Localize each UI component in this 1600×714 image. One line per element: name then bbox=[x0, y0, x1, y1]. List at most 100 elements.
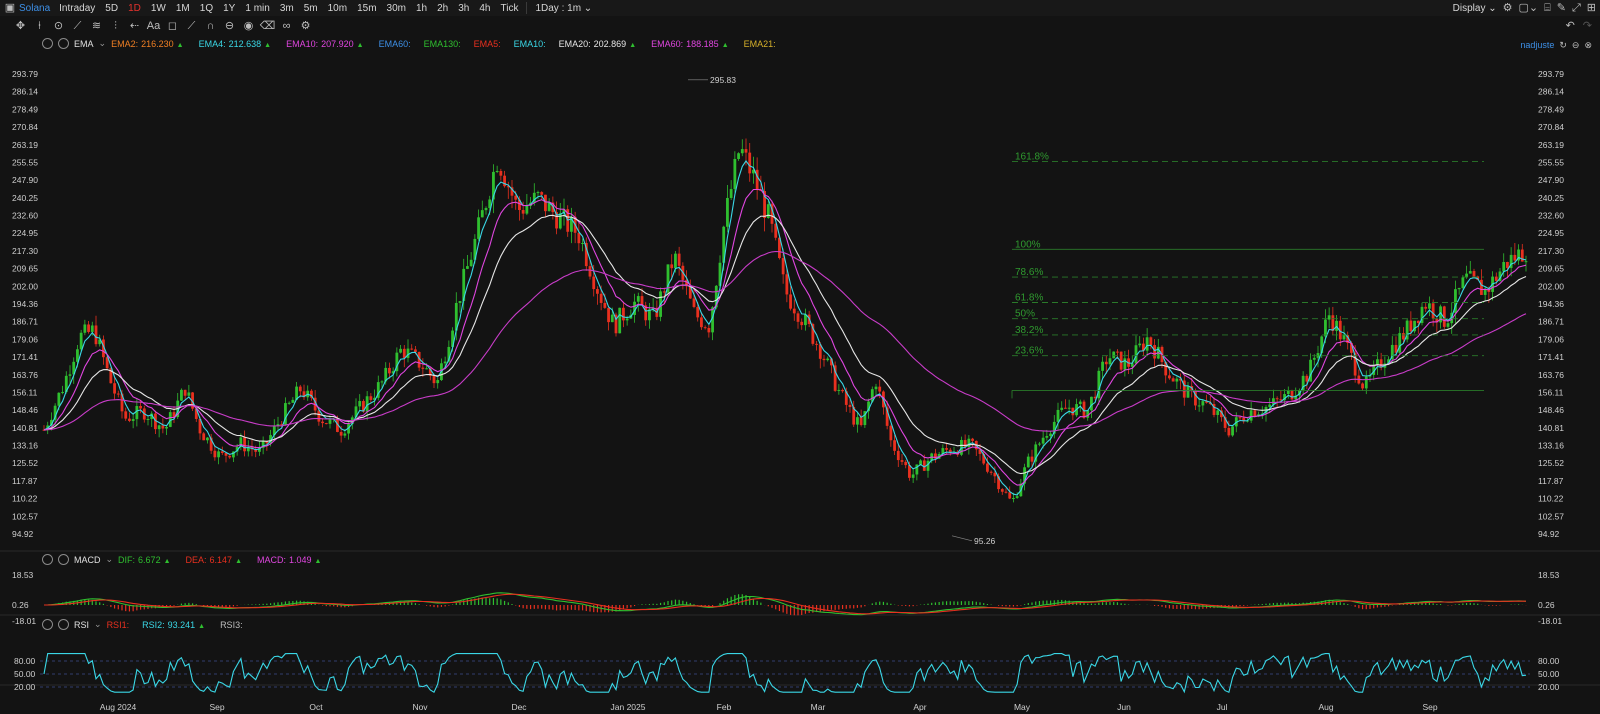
candle-body bbox=[265, 441, 269, 444]
rsi-legend-item[interactable]: RSI2: 93.241 ▲ bbox=[142, 620, 210, 630]
refresh-icon[interactable]: ↻ bbox=[1559, 38, 1567, 52]
candle-body bbox=[128, 418, 131, 421]
chevron-down-icon[interactable]: ⌄ bbox=[99, 38, 107, 49]
candle-body bbox=[243, 437, 246, 452]
candle-body bbox=[1405, 320, 1409, 340]
interval-10m[interactable]: 10m bbox=[323, 3, 352, 14]
candle-body bbox=[1075, 404, 1078, 416]
pin-icon[interactable]: ⍿ bbox=[31, 19, 48, 33]
sidebar-toggle-icon[interactable]: ▣ bbox=[3, 1, 17, 15]
macd-indicator-name[interactable]: MACD bbox=[74, 555, 101, 565]
candle-body bbox=[1357, 375, 1361, 384]
macd-legend-item[interactable]: DEA: 6.147 ▲ bbox=[186, 555, 247, 565]
interval-30m[interactable]: 30m bbox=[382, 3, 411, 14]
candle-body bbox=[848, 404, 852, 407]
adjust-label[interactable]: nadjuste bbox=[1520, 40, 1554, 50]
chevron-down-icon[interactable]: ⌄ bbox=[94, 619, 102, 630]
move-icon[interactable]: ✥ bbox=[12, 19, 29, 33]
channel-icon[interactable]: ≋ bbox=[88, 19, 105, 33]
fullscreen-icon[interactable]: ⤢ bbox=[1572, 1, 1581, 15]
indicator-name[interactable]: EMA bbox=[74, 39, 94, 49]
pencil-icon[interactable]: ⟋ bbox=[183, 19, 200, 33]
chevron-down-icon[interactable]: ⌄ bbox=[106, 554, 114, 565]
magnet-icon[interactable]: ∩ bbox=[202, 19, 219, 33]
undo-icon[interactable]: ↶ bbox=[1566, 19, 1575, 33]
crosshair-icon[interactable]: ⊙ bbox=[50, 19, 67, 33]
trash-icon[interactable]: ⌫ bbox=[259, 19, 276, 33]
comment-icon[interactable]: ◻ bbox=[164, 19, 181, 33]
x-tick-label: Jun bbox=[1117, 702, 1131, 712]
macd-settings-icon[interactable] bbox=[42, 554, 53, 565]
legend-item[interactable]: EMA60: 188.185 ▲ bbox=[651, 39, 734, 49]
range-select[interactable]: 1Day : 1m ⌄ bbox=[530, 3, 597, 14]
interval-2h[interactable]: 2h bbox=[432, 3, 453, 14]
display-menu[interactable]: Display ⌄ bbox=[1453, 3, 1497, 14]
layout-icon[interactable]: ▢⌄ bbox=[1519, 1, 1539, 15]
rsi-legend-item[interactable]: RSI1: bbox=[107, 620, 133, 630]
close-icon[interactable]: ⊗ bbox=[1584, 38, 1592, 52]
candle-body bbox=[874, 386, 878, 390]
macd-legend-item[interactable]: DIF: 6.672 ▲ bbox=[118, 555, 175, 565]
interval-tick[interactable]: Tick bbox=[495, 3, 523, 14]
legend-item[interactable]: EMA10: 207.920 ▲ bbox=[286, 39, 369, 49]
candle-body bbox=[343, 433, 347, 436]
macd-visibility-icon[interactable] bbox=[58, 554, 69, 565]
macd-legend-item[interactable]: MACD: 1.049 ▲ bbox=[257, 555, 326, 565]
legend-visibility-icon[interactable] bbox=[58, 38, 69, 49]
interval-4h[interactable]: 4h bbox=[474, 3, 495, 14]
candle-body bbox=[451, 330, 454, 347]
camera-icon[interactable]: ⌸ bbox=[1544, 1, 1551, 15]
rsi-legend-label: RSI3: bbox=[220, 619, 243, 630]
interval-1m[interactable]: 1M bbox=[171, 3, 195, 14]
interval-1q[interactable]: 1Q bbox=[195, 3, 218, 14]
legend-settings-icon[interactable] bbox=[42, 38, 53, 49]
text-icon[interactable]: Aa bbox=[145, 19, 162, 33]
arrow-icon[interactable]: ⇠ bbox=[126, 19, 143, 33]
interval-5m[interactable]: 5m bbox=[299, 3, 323, 14]
interval-3m[interactable]: 3m bbox=[275, 3, 299, 14]
rsi-settings-icon[interactable] bbox=[42, 619, 53, 630]
candle-body bbox=[1000, 489, 1004, 492]
legend-item[interactable]: EMA2: 216.230 ▲ bbox=[111, 39, 189, 49]
draw-icon[interactable]: ✎ bbox=[1557, 1, 1566, 15]
fib-level-label: 38.2% bbox=[1015, 325, 1043, 336]
interval-3h[interactable]: 3h bbox=[453, 3, 474, 14]
interval-15m[interactable]: 15m bbox=[352, 3, 381, 14]
link-icon[interactable]: ∞ bbox=[278, 19, 295, 33]
legend-item[interactable]: EMA4: 212.638 ▲ bbox=[199, 39, 277, 49]
symbol-name[interactable]: Solana bbox=[17, 3, 54, 14]
legend-item[interactable]: EMA10: bbox=[514, 39, 549, 49]
trend-line-icon[interactable]: ⟋ bbox=[69, 19, 86, 33]
interval-1y[interactable]: 1Y bbox=[218, 3, 240, 14]
interval-1-min[interactable]: 1 min bbox=[240, 3, 274, 14]
settings-icon[interactable]: ⚙ bbox=[1503, 1, 1513, 15]
candle-body bbox=[1439, 306, 1442, 323]
rsi-legend-item[interactable]: RSI3: bbox=[220, 620, 246, 630]
interval-1d[interactable]: 1D bbox=[123, 3, 146, 14]
interval-5d[interactable]: 5D bbox=[100, 3, 123, 14]
candle-body bbox=[830, 358, 833, 366]
rsi-visibility-icon[interactable] bbox=[58, 619, 69, 630]
macd-legend: MACD ⌄ DIF: 6.672 ▲ DEA: 6.147 ▲ MACD: 1.049 ▲ bbox=[42, 554, 336, 565]
interval-1h[interactable]: 1h bbox=[411, 3, 432, 14]
multi-window-icon[interactable]: ⊞ bbox=[1587, 1, 1596, 15]
lock-icon[interactable]: ⊖ bbox=[221, 19, 238, 33]
legend-item[interactable]: EMA21: bbox=[744, 39, 779, 49]
legend-item[interactable]: EMA5: bbox=[474, 39, 504, 49]
x-tick-label: May bbox=[1014, 702, 1031, 712]
chart-canvas[interactable]: 293.79 293.79 286.14 286.14 278.49 278.49 270.… bbox=[0, 0, 1600, 714]
legend-item[interactable]: EMA20: 202.869 ▲ bbox=[559, 39, 642, 49]
tool-settings-icon[interactable]: ⚙ bbox=[297, 19, 314, 33]
eye-icon[interactable]: ◉ bbox=[240, 19, 257, 33]
redo-icon[interactable]: ↷ bbox=[1583, 19, 1592, 33]
fib-icon[interactable]: ⫶ bbox=[107, 19, 124, 33]
legend-item[interactable]: EMA60: bbox=[379, 39, 414, 49]
interval-intraday[interactable]: Intraday bbox=[54, 3, 100, 14]
candle-body bbox=[1394, 344, 1398, 353]
interval-1w[interactable]: 1W bbox=[146, 3, 171, 14]
minimize-icon[interactable]: ⊖ bbox=[1572, 38, 1580, 52]
candle-body bbox=[900, 460, 904, 462]
legend-item[interactable]: EMA130: bbox=[424, 39, 464, 49]
rsi-indicator-name[interactable]: RSI bbox=[74, 620, 89, 630]
candle-body bbox=[287, 402, 291, 404]
